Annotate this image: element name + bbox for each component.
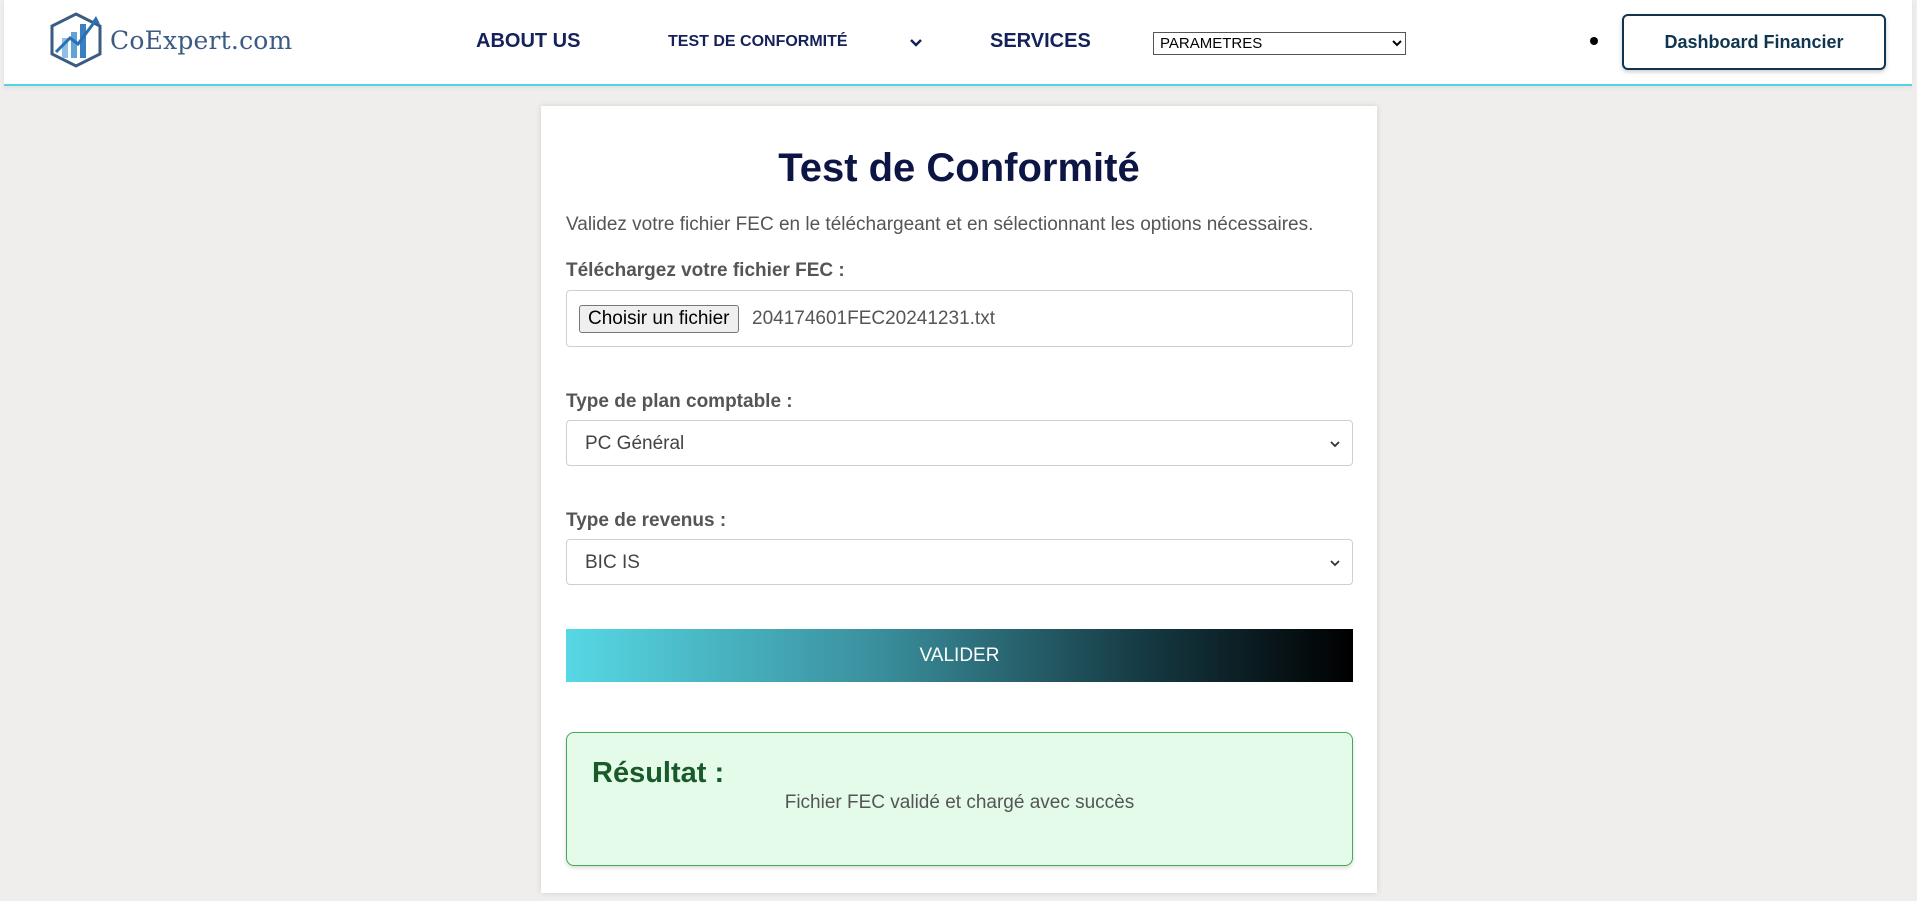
choose-file-button[interactable]: Choisir un fichier [579,305,739,333]
chevron-down-icon [1330,441,1340,448]
type-revenus-value: BIC IS [585,552,640,573]
logo-link[interactable]: CoExpert.com [48,8,292,72]
plan-label: Type de plan comptable : [566,391,793,412]
valider-button[interactable]: VALIDER [566,629,1353,682]
nav-test-conformite[interactable]: TEST DE CONFORMITÉ [668,33,848,51]
logo-text: CoExpert.com [110,25,293,55]
selected-file-name: 204174601FEC20241231.txt [752,308,995,329]
coexpert-logo-icon [50,12,102,68]
result-message: Fichier FEC validé et chargé avec succès [784,792,1135,813]
type-revenus-select[interactable]: BIC IS [566,539,1353,585]
dashboard-financier-button[interactable]: Dashboard Financier [1622,14,1886,70]
list-bullet [1590,37,1598,45]
plan-comptable-select[interactable]: PC Général [566,420,1353,466]
plan-comptable-value: PC Général [585,433,685,454]
revenus-label: Type de revenus : [566,510,727,531]
nav-services[interactable]: SERVICES [990,30,1091,53]
file-label: Téléchargez votre fichier FEC : [566,260,845,281]
top-navbar: CoExpert.com ABOUT US TEST DE CONFORMITÉ… [4,0,1912,86]
result-panel: Résultat : Fichier FEC validé et chargé … [566,732,1353,866]
nav-about-us[interactable]: ABOUT US [476,30,580,53]
page-title: Test de Conformité [778,146,1140,190]
file-input[interactable]: Choisir un fichier 204174601FEC20241231.… [566,290,1353,347]
conformity-card: Test de Conformité Validez votre fichier… [541,106,1377,893]
chevron-down-icon[interactable] [908,36,924,50]
parametres-select[interactable]: PARAMETRES [1153,32,1406,55]
result-title: Résultat : [592,757,725,789]
chevron-down-icon [1330,560,1340,567]
page-subtitle: Validez votre fichier FEC en le téléchar… [566,214,1314,235]
